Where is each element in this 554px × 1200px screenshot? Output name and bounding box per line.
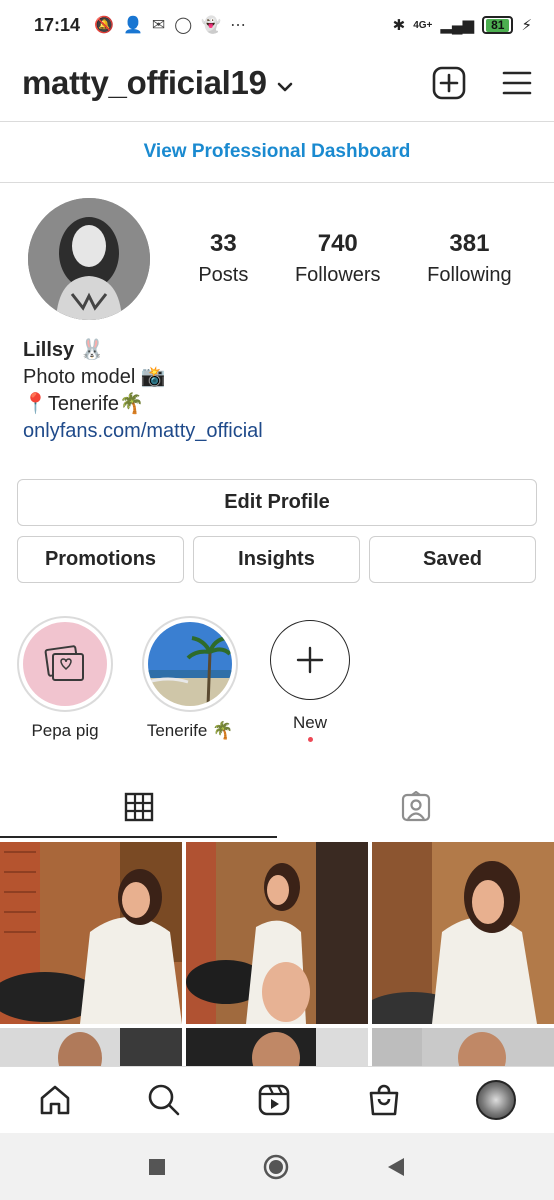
highlight-pepa-pig[interactable]: Pepa pig xyxy=(15,616,115,741)
status-bar: 17:14 🔕 👤 ✉ ◯ 👻 ⋯ ✱ 4G+ ▂▄▆ 81 ⚡ xyxy=(0,0,554,50)
post-grid xyxy=(0,842,554,1066)
plus-icon xyxy=(296,646,324,674)
battery-icon: 81 xyxy=(482,16,514,34)
status-time: 17:14 xyxy=(34,14,81,35)
profile-stats: 33 Posts 740 Followers 381 Following xyxy=(175,230,535,287)
highlight-cover xyxy=(148,622,232,706)
charging-icon: ⚡ xyxy=(521,17,532,34)
post-thumbnail[interactable] xyxy=(372,1028,554,1066)
followers-stat[interactable]: 740 Followers xyxy=(295,230,381,287)
add-post-icon[interactable] xyxy=(432,66,466,100)
profile-avatar-nav[interactable] xyxy=(476,1079,517,1120)
edit-profile-button[interactable]: Edit Profile xyxy=(17,479,537,526)
highlight-label: Pepa pig xyxy=(31,721,99,740)
following-stat[interactable]: 381 Following xyxy=(427,230,511,287)
post-thumbnail[interactable] xyxy=(0,1028,182,1066)
highlight-tenerife[interactable]: Tenerife 🌴 xyxy=(140,616,240,741)
profile-header: matty_official19 xyxy=(0,55,554,110)
following-count: 381 xyxy=(449,230,490,257)
posts-stat[interactable]: 33 Posts xyxy=(198,230,248,287)
muted-bell-icon: 🔕 xyxy=(94,17,114,34)
post-photo xyxy=(0,842,182,1024)
post-photo xyxy=(372,842,554,1024)
followers-count: 740 xyxy=(317,230,358,257)
bio-line: Photo model 📸 xyxy=(23,366,166,388)
add-user-icon: 👤 xyxy=(122,17,143,34)
battery-level: 81 xyxy=(486,18,510,32)
tab-grid[interactable] xyxy=(0,776,277,838)
notification-dot xyxy=(307,737,313,742)
highlight-cover xyxy=(23,622,107,706)
post-photo xyxy=(372,1028,554,1066)
network-type: 4G+ xyxy=(413,19,433,31)
new-highlight-ring xyxy=(270,620,350,700)
back-icon[interactable] xyxy=(386,1157,406,1177)
divider xyxy=(0,182,554,183)
tagged-icon xyxy=(401,791,430,822)
profile-avatar[interactable] xyxy=(28,198,150,320)
followers-label: Followers xyxy=(294,264,381,286)
home-circle-icon[interactable] xyxy=(262,1153,290,1181)
post-photo xyxy=(186,842,368,1024)
post-photo xyxy=(186,1028,368,1066)
more-dots-icon: ⋯ xyxy=(230,17,247,34)
home-icon[interactable] xyxy=(38,1083,72,1117)
avatar-photo xyxy=(28,198,150,320)
post-photo xyxy=(0,1028,182,1066)
grid-icon xyxy=(124,792,153,822)
beach-photo xyxy=(148,622,232,706)
shop-icon[interactable] xyxy=(367,1083,401,1117)
professional-dashboard-link[interactable]: View Professional Dashboard xyxy=(0,122,554,182)
system-navigation xyxy=(0,1133,554,1200)
posts-label: Posts xyxy=(198,264,249,286)
photo-hearts-icon xyxy=(44,645,84,681)
mail-icon: ✉ xyxy=(151,17,166,34)
post-thumbnail[interactable] xyxy=(372,842,554,1024)
signal-icon: ▂▄▆ xyxy=(440,17,475,34)
profile-tabs xyxy=(0,776,554,838)
recents-icon[interactable] xyxy=(148,1158,166,1176)
new-highlight-button[interactable]: New xyxy=(260,616,360,742)
menu-icon[interactable] xyxy=(502,70,532,96)
search-icon[interactable] xyxy=(147,1083,181,1117)
following-label: Following xyxy=(427,264,512,286)
whatsapp-icon: ◯ xyxy=(174,17,193,34)
post-thumbnail[interactable] xyxy=(186,1028,368,1066)
reels-icon[interactable] xyxy=(257,1083,291,1117)
bottom-navigation xyxy=(0,1066,554,1132)
username[interactable]: matty_official19 xyxy=(22,64,267,102)
profile-bio: Lillsy 🐰 Photo model 📸 📍Tenerife🌴 onlyfa… xyxy=(23,337,263,445)
snapchat-icon: 👻 xyxy=(201,17,222,34)
bio-link[interactable]: onlyfans.com/matty_official xyxy=(23,418,263,445)
post-thumbnail[interactable] xyxy=(186,842,368,1024)
highlight-ring xyxy=(142,616,238,712)
display-name: Lillsy 🐰 xyxy=(23,339,105,361)
bluetooth-icon: ✱ xyxy=(392,17,406,34)
highlight-label: Tenerife 🌴 xyxy=(146,721,234,740)
chevron-down-icon[interactable] xyxy=(277,81,293,93)
active-tab-indicator xyxy=(0,836,277,838)
tab-tagged[interactable] xyxy=(277,776,554,838)
bio-location: 📍Tenerife🌴 xyxy=(23,393,144,415)
posts-count: 33 xyxy=(209,230,237,257)
post-thumbnail[interactable] xyxy=(0,842,182,1024)
highlight-label: New xyxy=(292,713,327,732)
insights-button[interactable]: Insights xyxy=(193,536,360,583)
notification-icons: 🔕 👤 ✉ ◯ 👻 ⋯ xyxy=(94,15,246,35)
saved-button[interactable]: Saved xyxy=(369,536,536,583)
promotions-button[interactable]: Promotions xyxy=(17,536,184,583)
highlight-ring xyxy=(17,616,113,712)
